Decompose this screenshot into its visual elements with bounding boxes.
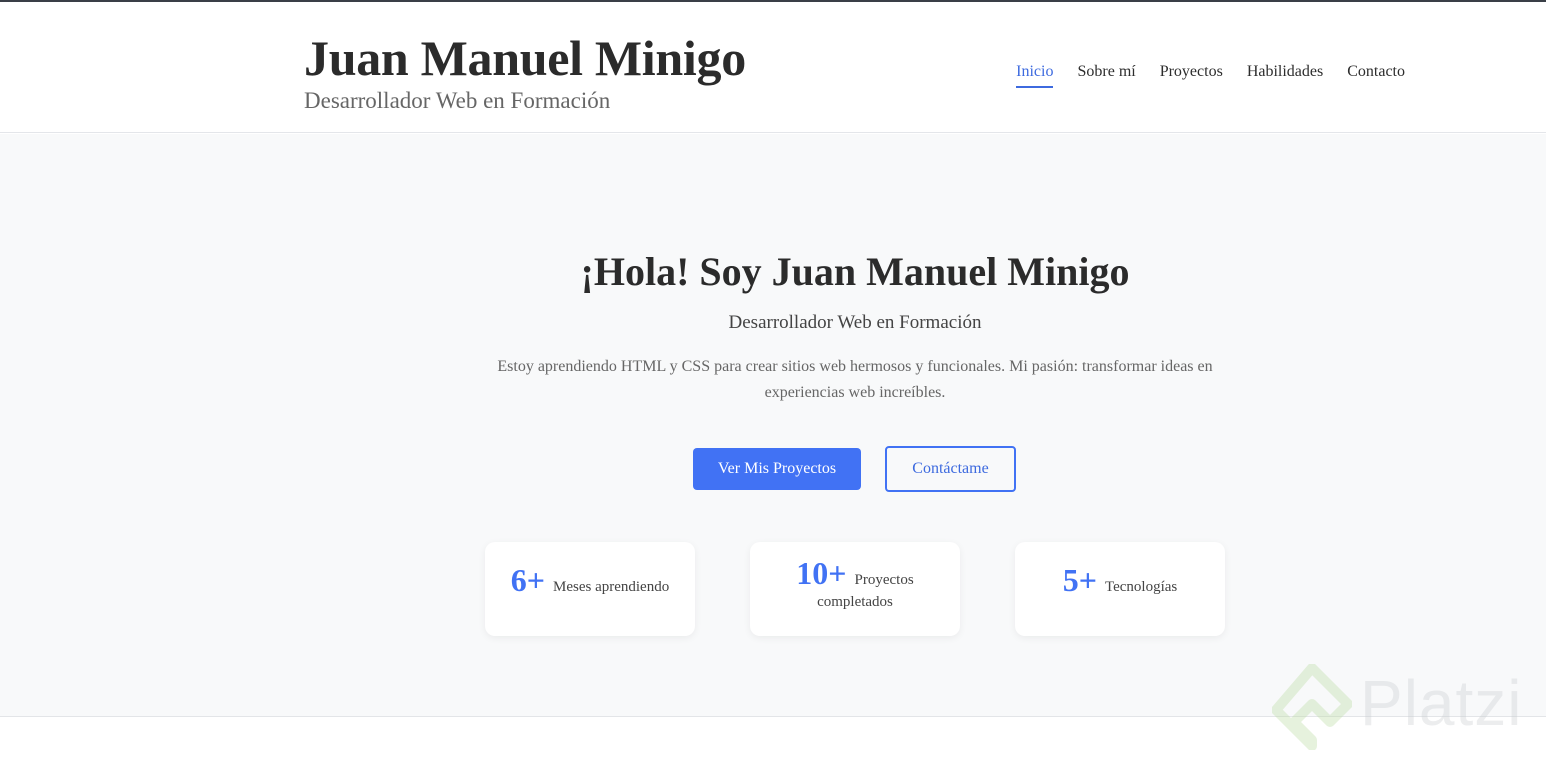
hero-section: ¡Hola! Soy Juan Manuel Minigo Desarrolla…: [0, 134, 1546, 717]
stat-card: 6+ Meses aprendiendo: [485, 542, 695, 636]
site-header: Juan Manuel Minigo Desarrollador Web en …: [0, 2, 1546, 133]
stat-card: 10+ Proyectos completados: [750, 542, 960, 636]
stat-number: 6+: [510, 562, 553, 598]
watermark-text: Platzi: [1360, 667, 1523, 739]
stat-number: 10+: [796, 555, 855, 591]
platzi-logo-icon: [1271, 663, 1353, 751]
nav-link-sobre-mi[interactable]: Sobre mí: [1077, 62, 1135, 88]
stat-label: Meses aprendiendo: [553, 579, 670, 595]
view-projects-button[interactable]: Ver Mis Proyectos: [693, 448, 861, 490]
hero-subtitle: Desarrollador Web en Formación: [728, 312, 982, 333]
platzi-watermark: Platzi: [1271, 663, 1534, 751]
nav-link-inicio[interactable]: Inicio: [1016, 62, 1054, 88]
stat-card: 5+ Tecnologías: [1015, 542, 1225, 636]
site-title[interactable]: Juan Manuel Minigo: [304, 30, 746, 86]
stat-number: 5+: [1062, 562, 1105, 598]
brand: Juan Manuel Minigo Desarrollador Web en …: [304, 30, 746, 114]
contact-button[interactable]: Contáctame: [885, 446, 1016, 492]
nav-link-proyectos[interactable]: Proyectos: [1160, 62, 1223, 88]
hero-title: ¡Hola! Soy Juan Manuel Minigo: [580, 249, 1130, 294]
stat-label: Tecnologías: [1104, 579, 1178, 595]
nav-link-habilidades[interactable]: Habilidades: [1247, 62, 1323, 88]
site-tagline: Desarrollador Web en Formación: [304, 88, 611, 113]
hero-description: Estoy aprendiendo HTML y CSS para crear …: [497, 358, 1213, 401]
main-nav: Inicio Sobre mí Proyectos Habilidades Co…: [1016, 62, 1405, 88]
nav-link-contacto[interactable]: Contacto: [1347, 62, 1405, 88]
